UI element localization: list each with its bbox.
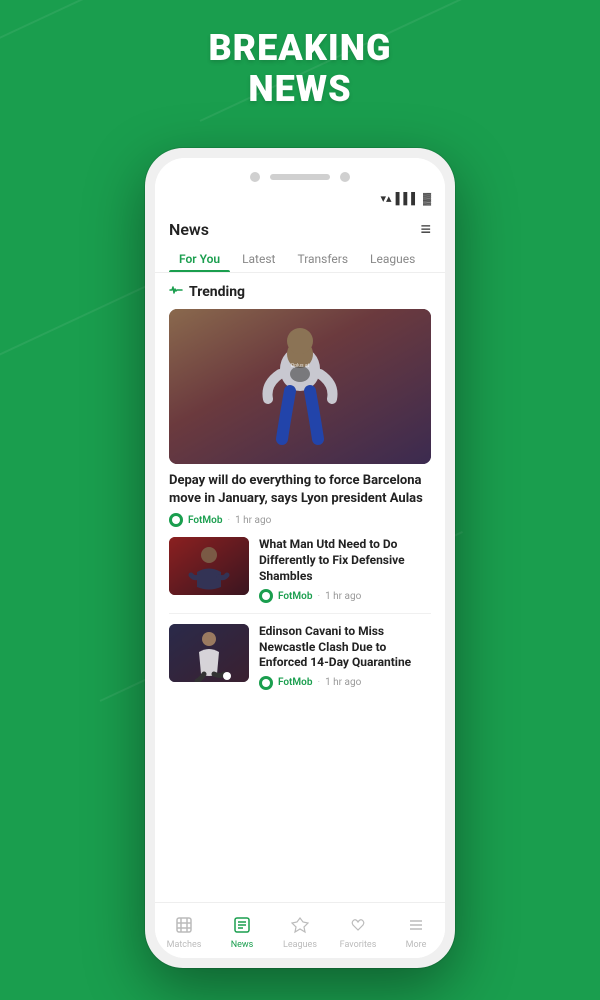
wifi-icon: ▾▴ <box>381 192 392 205</box>
small-article-1-content: Edinson Cavani to Miss Newcastle Clash D… <box>259 624 431 690</box>
small-article-1-title: Edinson Cavani to Miss Newcastle Clash D… <box>259 624 431 671</box>
phone-mockup: ▾▴ ▌▌▌ ▓ News ≡ For You La <box>145 148 455 968</box>
filter-icon[interactable]: ≡ <box>420 219 431 240</box>
leagues-icon <box>291 916 309 938</box>
signal-icon: ▌▌▌ <box>396 192 419 205</box>
nav-leagues[interactable]: Leagues <box>271 912 329 950</box>
nav-matches[interactable]: Matches <box>155 912 213 950</box>
camera-dot <box>250 172 260 182</box>
small-article-1[interactable]: Edinson Cavani to Miss Newcastle Clash D… <box>169 624 431 700</box>
matches-label: Matches <box>167 940 202 950</box>
news-label: News <box>231 940 254 950</box>
source-logo <box>169 513 183 527</box>
nav-news[interactable]: News <box>213 912 271 950</box>
main-article-image: Oplus at <box>169 309 431 464</box>
source-logo-inner <box>172 516 180 524</box>
nav-favorites[interactable]: Favorites <box>329 912 387 950</box>
matches-icon <box>175 916 193 938</box>
source-logo-1 <box>259 589 273 603</box>
main-article-source: FotMob <box>188 515 222 526</box>
phone-screen: ▾▴ ▌▌▌ ▓ News ≡ For You La <box>155 158 445 958</box>
trending-label: Trending <box>189 284 245 300</box>
main-article-time: 1 hr ago <box>235 515 271 526</box>
small-article-0-image <box>169 537 249 595</box>
breaking-news-line2: NEWS <box>0 69 600 110</box>
svg-text:Oplus at: Oplus at <box>291 363 310 369</box>
main-article-meta: FotMob · 1 hr ago <box>169 513 431 527</box>
battery-icon: ▓ <box>423 192 431 205</box>
small-article-0-title: What Man Utd Need to Do Differently to F… <box>259 537 431 584</box>
trending-header: Trending <box>155 273 445 309</box>
dot-separator-2: · <box>317 677 320 688</box>
status-bar: ▾▴ ▌▌▌ ▓ <box>155 190 445 209</box>
trending-icon <box>169 283 183 301</box>
small-article-0-content: What Man Utd Need to Do Differently to F… <box>259 537 431 603</box>
small-article-0-meta: FotMob · 1 hr ago <box>259 589 431 603</box>
tabs-bar: For You Latest Transfers Leagues <box>155 246 445 273</box>
tab-latest[interactable]: Latest <box>232 246 285 272</box>
more-icon <box>407 916 425 938</box>
phone-notch-area <box>155 158 445 190</box>
app-content: News ≡ For You Latest Transfers Leagu <box>155 209 445 909</box>
dot-separator-1: · <box>317 591 320 602</box>
small-article-1-time: 1 hr ago <box>325 677 361 688</box>
more-label: More <box>406 940 427 950</box>
dot-separator: · <box>227 515 230 526</box>
phone-body: ▾▴ ▌▌▌ ▓ News ≡ For You La <box>145 148 455 968</box>
camera-dot-2 <box>340 172 350 182</box>
small-article-1-meta: FotMob · 1 hr ago <box>259 676 431 690</box>
tab-leagues[interactable]: Leagues <box>360 246 425 272</box>
small-articles-list: What Man Utd Need to Do Differently to F… <box>155 537 445 700</box>
status-icons: ▾▴ ▌▌▌ ▓ <box>381 192 431 205</box>
small-article-0-time: 1 hr ago <box>325 591 361 602</box>
speaker-bar <box>270 174 330 180</box>
news-icon <box>233 916 251 938</box>
tab-for-you[interactable]: For You <box>169 246 230 272</box>
bottom-nav: Matches News <box>155 902 445 958</box>
small-article-0-source: FotMob <box>278 591 312 602</box>
leagues-label: Leagues <box>283 940 317 950</box>
main-article-title: Depay will do everything to force Barcel… <box>169 472 431 508</box>
main-article[interactable]: Oplus at Depay will do everything to for… <box>169 309 431 527</box>
small-article-1-source: FotMob <box>278 677 312 688</box>
small-article-0[interactable]: What Man Utd Need to Do Differently to F… <box>169 537 431 614</box>
favorites-icon <box>349 916 367 938</box>
favorites-label: Favorites <box>340 940 377 950</box>
nav-more[interactable]: More <box>387 912 445 950</box>
small-article-1-image <box>169 624 249 682</box>
app-title: News <box>169 220 209 239</box>
tab-transfers[interactable]: Transfers <box>287 246 358 272</box>
breaking-news-line1: BREAKING <box>0 28 600 69</box>
source-logo-2 <box>259 676 273 690</box>
breaking-news-header: BREAKING NEWS <box>0 28 600 111</box>
app-header: News ≡ <box>155 209 445 246</box>
